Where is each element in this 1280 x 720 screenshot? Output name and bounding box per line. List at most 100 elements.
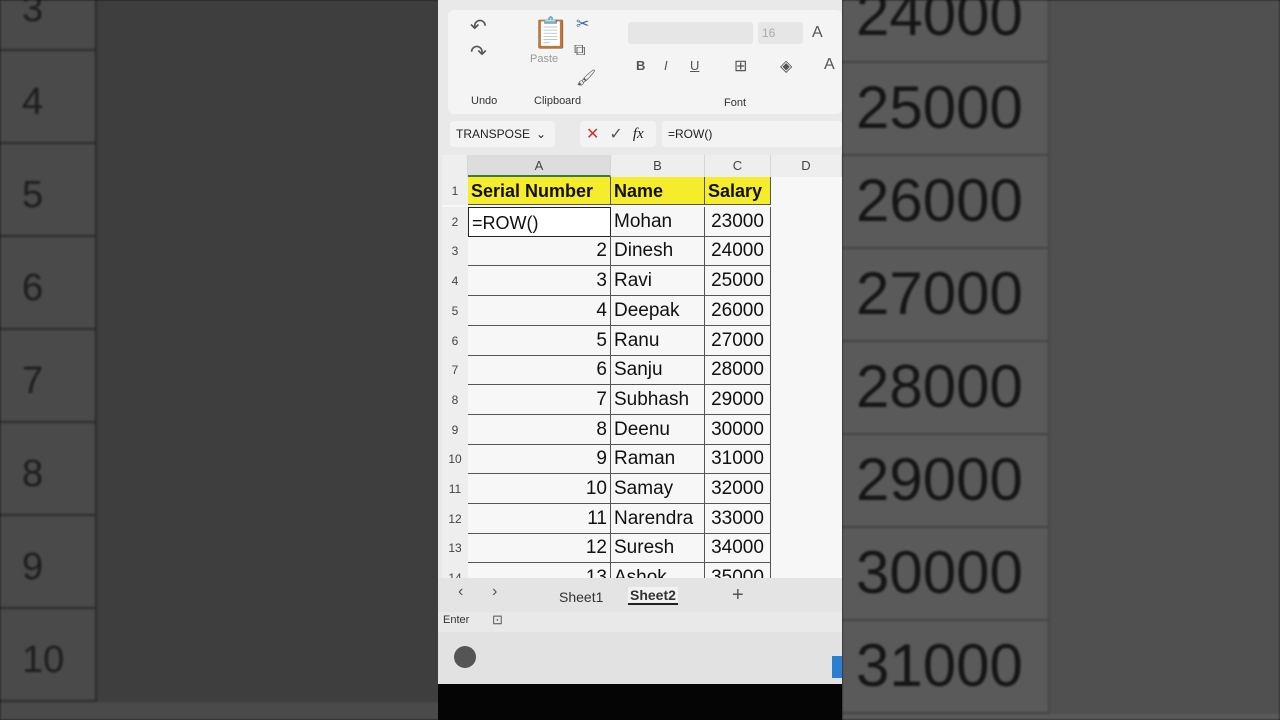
underline-button[interactable]: U <box>690 58 699 73</box>
salary-cell[interactable]: 31000 <box>705 444 771 475</box>
format-painter-icon[interactable]: 🖌 <box>576 68 596 88</box>
salary-cell[interactable]: 33000 <box>705 503 771 534</box>
serial-cell[interactable]: 8 <box>468 414 611 445</box>
accessibility-icon[interactable]: ⊡ <box>492 612 503 628</box>
name-cell[interactable]: Ranu <box>611 325 705 356</box>
select-all-corner[interactable] <box>442 155 468 177</box>
background-row: 25000 <box>842 63 1280 156</box>
salary-cell[interactable]: 29000 <box>705 384 771 415</box>
undo-icon[interactable]: ↶ <box>470 14 487 39</box>
background-row-number: 10 <box>22 639 65 681</box>
background-value: 31000 <box>856 632 1023 699</box>
serial-cell[interactable]: 10 <box>468 474 611 504</box>
name-cell[interactable]: Subhash <box>611 384 705 415</box>
salary-cell[interactable]: 28000 <box>705 355 771 386</box>
background-value: 30000 <box>856 539 1023 606</box>
font-color-icon[interactable]: A <box>824 56 835 74</box>
row-header[interactable]: 4 <box>442 266 468 297</box>
name-cell[interactable]: Narendra <box>611 503 705 534</box>
name-cell[interactable]: Raman <box>611 444 705 475</box>
row-header[interactable]: 3 <box>442 236 468 267</box>
serial-cell[interactable]: 3 <box>468 266 611 297</box>
name-cell[interactable]: Deepak <box>611 295 705 326</box>
row-header[interactable]: 13 <box>442 533 468 564</box>
background-value: 25000 <box>856 74 1023 141</box>
salary-cell[interactable]: 27000 <box>705 325 771 356</box>
blurred-background-right: 24000 25000 26000 27000 28000 29000 30000 31000 <box>842 0 1280 720</box>
row-header[interactable]: 7 <box>442 355 468 386</box>
name-cell[interactable]: Samay <box>611 474 705 504</box>
salary-cell[interactable]: 24000 <box>705 236 771 267</box>
row-header[interactable]: 1 <box>442 177 468 205</box>
paste-button[interactable]: Paste <box>530 53 558 65</box>
name-cell[interactable]: Dinesh <box>611 236 705 267</box>
app-icon[interactable] <box>454 646 476 668</box>
copy-icon[interactable]: ⧉ <box>574 42 585 60</box>
borders-icon[interactable]: ⊞ <box>734 56 747 76</box>
salary-cell[interactable]: 23000 <box>705 206 771 237</box>
serial-cell[interactable]: 6 <box>468 355 611 386</box>
cut-icon[interactable]: ✂ <box>576 14 589 34</box>
serial-cell[interactable]: 5 <box>468 325 611 356</box>
background-row: 27000 <box>842 249 1280 342</box>
column-header-d[interactable]: D <box>771 155 842 177</box>
column-header-c[interactable]: C <box>705 155 771 177</box>
fill-color-icon[interactable]: ◈ <box>780 56 792 76</box>
column-header-b[interactable]: B <box>611 155 705 177</box>
spreadsheet-grid[interactable]: A B C D 1 Serial Number Name Salary 2 =ROW() Mohan… <box>442 155 842 580</box>
salary-cell[interactable]: 26000 <box>705 295 771 326</box>
prev-sheet-icon[interactable]: ‹ <box>458 583 463 601</box>
name-cell[interactable]: Deenu <box>611 414 705 445</box>
serial-cell[interactable]: 7 <box>468 384 611 415</box>
header-cell-a[interactable]: Serial Number <box>468 177 611 205</box>
serial-cell[interactable]: 12 <box>468 533 611 564</box>
row-header[interactable]: 12 <box>442 503 468 534</box>
header-cell-c[interactable]: Salary <box>705 177 771 205</box>
header-cell-b[interactable]: Name <box>611 177 705 205</box>
row-header[interactable]: 10 <box>442 444 468 475</box>
background-row: 30000 <box>842 528 1280 621</box>
salary-cell[interactable]: 30000 <box>705 414 771 445</box>
font-size-select[interactable]: 16 <box>758 22 803 44</box>
font-name-select[interactable] <box>628 22 753 44</box>
redo-icon[interactable]: ↷ <box>470 40 487 65</box>
row-header[interactable]: 8 <box>442 384 468 415</box>
insert-function-button[interactable]: fx <box>633 126 644 143</box>
next-sheet-icon[interactable]: › <box>492 583 497 601</box>
name-cell[interactable]: Mohan <box>611 206 705 237</box>
formula-input[interactable]: =ROW() <box>662 121 842 147</box>
ribbon: ↶ ↷ Undo 📋 Paste ✂ ⧉ 🖌 Clipboard 16 A B … <box>448 10 842 114</box>
name-cell[interactable]: Suresh <box>611 533 705 564</box>
tab-sheet2[interactable]: Sheet2 <box>628 587 678 605</box>
chevron-down-icon: ⌄ <box>536 127 547 141</box>
row-header[interactable]: 9 <box>442 414 468 445</box>
add-sheet-icon[interactable]: + <box>732 584 744 607</box>
cancel-icon[interactable]: ✕ <box>586 124 599 144</box>
salary-cell[interactable]: 34000 <box>705 533 771 564</box>
salary-cell[interactable]: 32000 <box>705 474 771 504</box>
serial-cell[interactable]: 4 <box>468 295 611 326</box>
row-header[interactable]: 2 <box>442 206 468 237</box>
background-row: 29000 <box>842 435 1280 528</box>
serial-cell[interactable]: 2 <box>468 236 611 267</box>
serial-cell[interactable]: 9 <box>468 444 611 475</box>
confirm-icon[interactable]: ✓ <box>609 124 622 144</box>
column-header-a[interactable]: A <box>468 155 611 177</box>
background-cell <box>95 330 440 423</box>
serial-cell[interactable]: 11 <box>468 503 611 534</box>
row-header[interactable]: 6 <box>442 325 468 356</box>
italic-button[interactable]: I <box>664 58 668 73</box>
increase-font-icon[interactable]: A <box>812 24 823 42</box>
name-box[interactable]: TRANSPOSE ⌄ <box>450 121 555 147</box>
paste-icon[interactable]: 📋 <box>532 16 569 51</box>
row-header[interactable]: 11 <box>442 474 468 504</box>
name-cell[interactable]: Ravi <box>611 266 705 297</box>
background-cell <box>95 423 440 516</box>
bold-button[interactable]: B <box>636 58 645 73</box>
name-cell[interactable]: Sanju <box>611 355 705 386</box>
active-cell-editor[interactable]: =ROW() <box>468 206 611 237</box>
row-header[interactable]: 5 <box>442 295 468 326</box>
salary-cell[interactable]: 25000 <box>705 266 771 297</box>
tab-sheet1[interactable]: Sheet1 <box>559 589 603 605</box>
background-cell <box>95 237 440 330</box>
